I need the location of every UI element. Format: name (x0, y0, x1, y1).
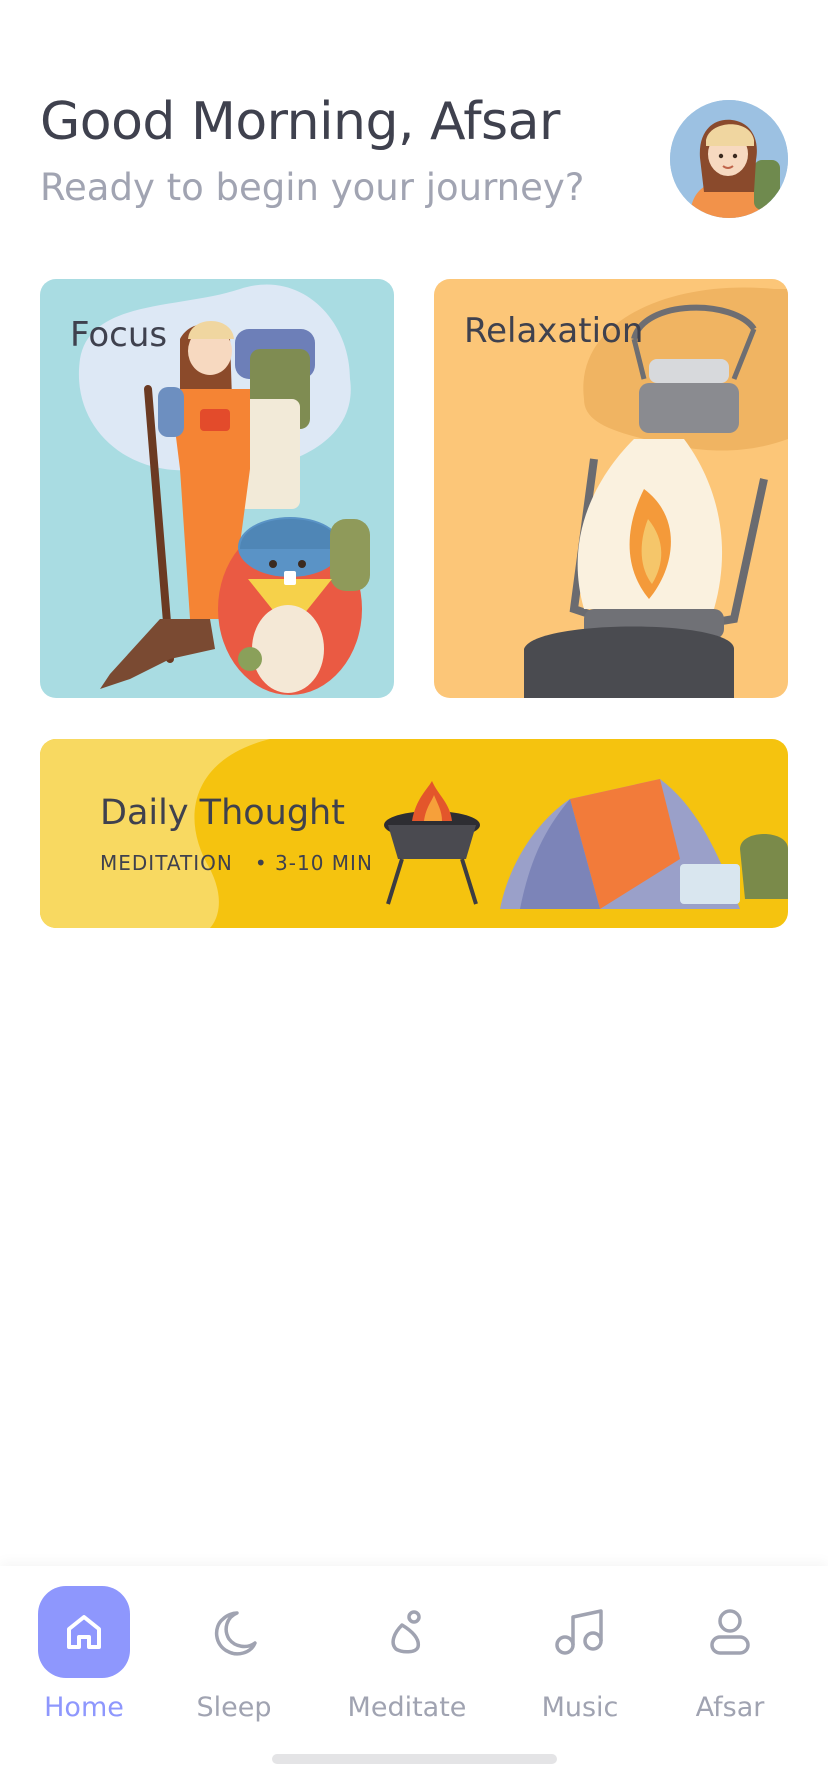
daily-thought-duration: • 3-10 MIN (254, 851, 373, 875)
nav-label-music: Music (541, 1692, 619, 1723)
nav-label-profile: Afsar (695, 1692, 765, 1723)
home-indicator (272, 1754, 557, 1764)
meditate-icon (361, 1586, 453, 1678)
profile-icon (684, 1586, 776, 1678)
nav-item-home[interactable]: Home (14, 1586, 154, 1723)
avatar[interactable] (670, 100, 788, 218)
camping-illustration (40, 739, 788, 928)
daily-thought-title: Daily Thought (100, 793, 345, 833)
moon-icon (188, 1586, 280, 1678)
focus-card-label: Focus (70, 315, 168, 355)
nav-item-sleep[interactable]: Sleep (164, 1586, 304, 1723)
home-icon (38, 1586, 130, 1678)
daily-thought-card[interactable]: Daily Thought MEDITATION • 3-10 MIN (40, 739, 788, 928)
music-note-icon (534, 1586, 626, 1678)
daily-thought-meta: MEDITATION • 3-10 MIN (100, 851, 373, 875)
avatar-illustration (670, 100, 788, 218)
focus-card[interactable]: Focus (40, 279, 394, 698)
nav-label-meditate: Meditate (347, 1692, 467, 1723)
nav-label-sleep: Sleep (196, 1692, 272, 1723)
relaxation-card[interactable]: Relaxation (434, 279, 788, 698)
relaxation-card-label: Relaxation (464, 311, 644, 351)
bottom-nav: Home Sleep Meditate Music Afsar (0, 1566, 828, 1792)
nav-item-music[interactable]: Music (510, 1586, 650, 1723)
nav-label-home: Home (44, 1692, 124, 1723)
nav-item-meditate[interactable]: Meditate (337, 1586, 477, 1723)
nav-item-profile[interactable]: Afsar (660, 1586, 800, 1723)
daily-thought-category: MEDITATION (100, 851, 233, 875)
